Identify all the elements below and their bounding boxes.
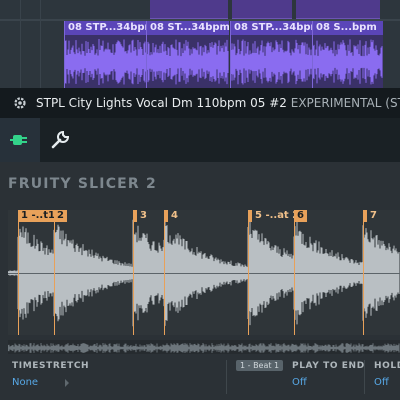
timestretch-select[interactable]: None [12, 377, 38, 388]
separator [364, 360, 365, 394]
slice-marker[interactable] [363, 210, 364, 335]
clip-title: 08 STP...34bpm [231, 21, 313, 35]
channel-subtitle: EXPERIMENTAL (STPL City Li [290, 96, 400, 110]
arrow-right-icon[interactable] [64, 379, 70, 387]
channel-title: STPL City Lights Vocal Dm 110bpm 05 #2 E… [36, 95, 400, 111]
wrench-icon [51, 130, 70, 149]
clip-waveform [65, 39, 147, 85]
slicer-controls: TIMESTRETCH None 1 - Beat 1 PLAY TO END … [0, 354, 400, 400]
clip-waveform [231, 39, 313, 85]
play-to-end-label: PLAY TO END [292, 361, 365, 371]
separator [226, 360, 227, 394]
slice-waveform-area[interactable]: 1 -..t1 2 3 4 5 -..at 2 6 7 [8, 210, 400, 335]
play-to-end-toggle[interactable]: Off [292, 377, 307, 388]
slice-marker[interactable] [164, 210, 165, 335]
slice-marker[interactable] [54, 210, 55, 335]
playlist-clip[interactable]: 08 ST...34bpm [146, 21, 229, 88]
slice-marker[interactable] [18, 210, 19, 335]
channel-name: STPL City Lights Vocal Dm 110bpm 05 #2 [36, 96, 287, 110]
timestretch-label: TIMESTRETCH [12, 361, 90, 371]
slice-marker-label[interactable]: 4 [168, 210, 181, 222]
clip-title: 08 STP...34bpm [65, 21, 147, 35]
plug-icon [10, 135, 27, 145]
hold-label: HOLD [374, 361, 400, 371]
slice-marker-label[interactable]: 2 [54, 210, 67, 222]
gear-icon[interactable] [13, 96, 27, 110]
clip-waveform [313, 39, 383, 85]
clip-top-1[interactable] [150, 0, 228, 19]
hold-toggle[interactable]: Off [374, 377, 389, 388]
slice-marker-label[interactable]: 1 -..t1 [18, 210, 58, 222]
waveform-baseline [8, 273, 400, 274]
playlist-clip[interactable]: 08 S...bpm [312, 21, 383, 88]
clip-top-3[interactable] [296, 0, 380, 19]
playlist-clip[interactable]: 08 STP...34bpm [230, 21, 313, 88]
slice-marker[interactable] [294, 210, 295, 335]
plugin-tabs [0, 118, 400, 162]
clip-title: 08 S...bpm [313, 21, 383, 35]
grid-line [40, 0, 41, 88]
tab-settings[interactable] [40, 118, 80, 162]
fl-studio-window: 08 STP...34bpm 08 ST...34bpm 08 STP...34… [0, 0, 400, 400]
playlist-clip[interactable]: 08 STP...34bpm [64, 21, 147, 88]
waveform-overview-scrollbar[interactable] [7, 340, 400, 354]
slice-marker[interactable] [248, 210, 249, 335]
overview-waveform [7, 343, 400, 353]
channel-title-bar: STPL City Lights Vocal Dm 110bpm 05 #2 E… [0, 88, 400, 118]
plugin-title: FRUITY SLICER 2 [8, 176, 157, 192]
playlist-area: 08 STP...34bpm 08 ST...34bpm 08 STP...34… [0, 0, 400, 88]
slice-marker[interactable] [133, 210, 134, 335]
tab-plugin[interactable] [0, 118, 40, 162]
clip-title: 08 ST...34bpm [147, 21, 229, 35]
slice-marker-label[interactable]: 6 [294, 210, 307, 222]
clip-waveform [147, 39, 229, 85]
grid-line [20, 0, 21, 88]
clip-top-2[interactable] [232, 0, 292, 19]
slice-marker-label[interactable]: 7 [367, 210, 380, 222]
beat-badge[interactable]: 1 - Beat 1 [236, 360, 284, 371]
slice-marker-label[interactable]: 3 [137, 210, 150, 222]
